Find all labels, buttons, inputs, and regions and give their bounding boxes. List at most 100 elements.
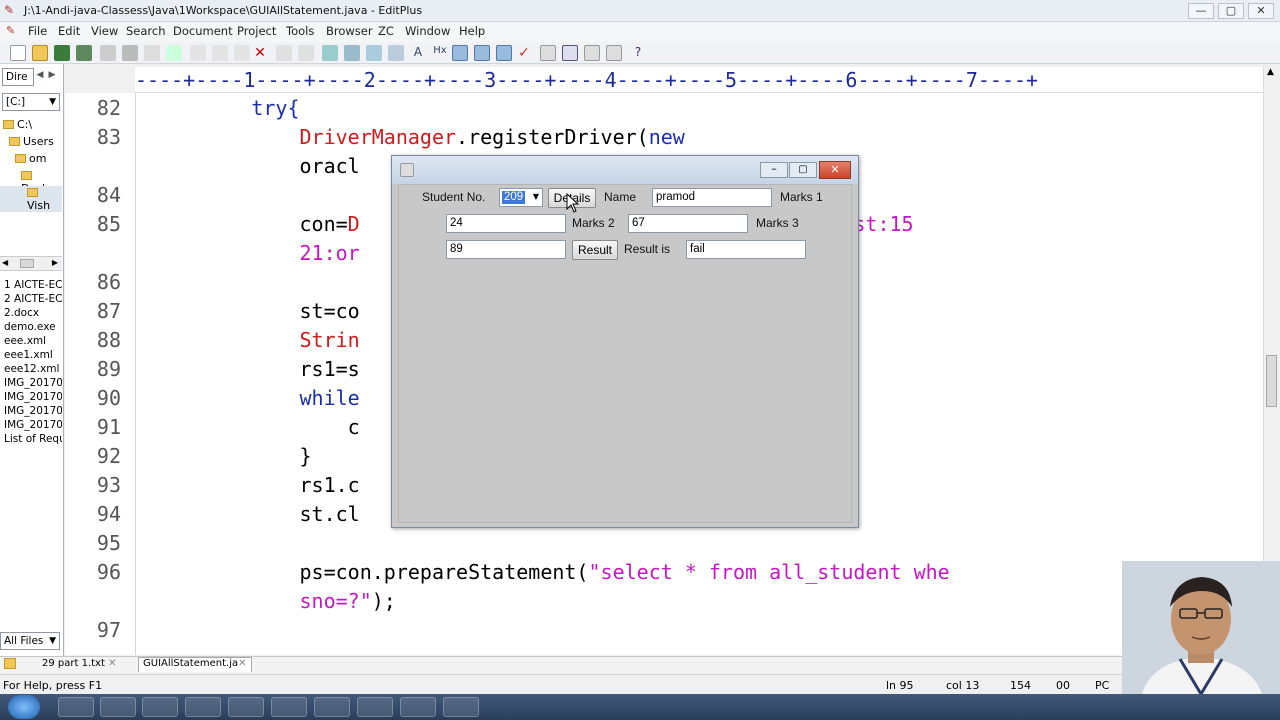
menu-project[interactable]: Project [237, 24, 276, 38]
tree-horizontal-scrollbar[interactable]: ◀ ▶ [0, 256, 62, 271]
list-item[interactable]: 2 AICTE-EC [4, 292, 62, 306]
code-line[interactable]: ps=con.prepareStatement("select * from a… [155, 560, 949, 584]
java-taskbar-icon[interactable] [443, 697, 479, 717]
explorer-taskbar-icon[interactable] [100, 697, 136, 717]
find-in-files-icon[interactable] [366, 45, 382, 61]
list-item[interactable]: 2.docx [4, 306, 39, 320]
minimize-button[interactable]: — [1188, 3, 1214, 19]
print-icon[interactable] [122, 45, 138, 61]
marks2-field[interactable]: 67 [628, 214, 748, 233]
list-item[interactable]: 1 AICTE-EC [4, 278, 62, 292]
chrome-taskbar-icon[interactable] [228, 697, 264, 717]
close-tab-icon[interactable]: ✕ [238, 658, 246, 669]
java-close-button[interactable]: ✕ [819, 161, 851, 179]
code-line[interactable]: st=co [155, 299, 359, 323]
new-file-icon[interactable] [10, 45, 26, 61]
spell-check-icon[interactable] [144, 45, 160, 61]
tree-item-vish[interactable]: Vish [0, 186, 62, 212]
hex-view-icon[interactable]: Hx [432, 45, 448, 61]
ie-taskbar-icon[interactable] [58, 697, 94, 717]
code-line[interactable]: rs1=s [155, 357, 359, 381]
tab-scroll-left-icon[interactable]: ◀ [34, 70, 46, 84]
file-filter-select[interactable]: All Files ▼ [0, 632, 60, 650]
code-line[interactable]: oracl [155, 154, 359, 178]
list-item[interactable]: demo.exe [4, 320, 56, 334]
close-tab-icon[interactable]: ✕ [108, 658, 116, 669]
scroll-right-icon[interactable]: ▶ [52, 258, 58, 267]
help-icon[interactable]: ? [630, 45, 646, 61]
find-icon[interactable] [322, 45, 338, 61]
firefox-taskbar-icon[interactable] [185, 697, 221, 717]
goto-icon[interactable] [388, 45, 404, 61]
cliptext-window-icon[interactable] [562, 45, 578, 61]
tab-29-part-1[interactable]: 29 part 1.txt ✕ [42, 658, 116, 669]
list-item[interactable]: eee12.xml [4, 362, 59, 376]
start-button-icon[interactable] [8, 695, 40, 719]
redo-icon[interactable] [298, 45, 314, 61]
menu-window[interactable]: Window [405, 24, 450, 38]
student-no-combobox[interactable]: 209 ▼ [499, 188, 543, 207]
output-window-icon[interactable] [584, 45, 600, 61]
code-line[interactable]: DriverManager.registerDriver(new [155, 125, 685, 149]
delete-icon[interactable]: ✕ [252, 45, 268, 61]
menu-help[interactable]: Help [459, 24, 485, 38]
code-line[interactable]: } [155, 444, 311, 468]
print-preview-icon[interactable] [100, 45, 116, 61]
code-line[interactable]: 21:or [155, 241, 360, 265]
menu-tools[interactable]: Tools [286, 24, 314, 38]
code-line[interactable]: sno=?"); [155, 589, 396, 613]
code-line[interactable]: while [155, 386, 360, 410]
list-item[interactable]: IMG_201708 [4, 376, 62, 390]
save-all-icon[interactable] [76, 45, 92, 61]
paste-icon[interactable] [234, 45, 250, 61]
scroll-up-icon[interactable]: ▲ [1267, 67, 1274, 77]
menu-edit[interactable]: Edit [58, 24, 80, 38]
tree-item-users[interactable]: Users [9, 135, 54, 148]
menu-search[interactable]: Search [126, 24, 166, 38]
camtasia-taskbar-icon[interactable] [357, 697, 393, 717]
tab-scroll-right-icon[interactable]: ▶ [46, 70, 58, 84]
list-item[interactable]: eee1.xml [4, 348, 53, 362]
scroll-left-icon[interactable]: ◀ [2, 258, 8, 267]
save-icon[interactable] [54, 45, 70, 61]
code-line[interactable]: try{ [155, 96, 299, 120]
line-number-icon[interactable] [474, 45, 490, 61]
scroll-thumb[interactable] [20, 259, 34, 268]
code-line[interactable]: st.cl [155, 502, 359, 526]
list-item[interactable]: eee.xml [4, 334, 46, 348]
java-minimize-button[interactable]: – [760, 162, 788, 178]
cut-icon[interactable] [190, 45, 206, 61]
list-item[interactable]: IMG_201708 [4, 418, 62, 432]
tab-gui-all-statement[interactable]: GUIAllStatement.ja✕ [138, 657, 252, 672]
name-field[interactable]: pramod [652, 188, 772, 207]
result-button[interactable]: Result [572, 240, 618, 260]
editplus-taskbar-icon[interactable] [314, 697, 350, 717]
code-line[interactable]: rs1.c [155, 473, 359, 497]
list-item[interactable]: IMG_201708 [4, 390, 62, 404]
code-line[interactable]: c [155, 415, 360, 439]
app-taskbar-icon[interactable] [271, 697, 307, 717]
result-field[interactable]: fail [686, 240, 806, 259]
tree-item-c[interactable]: C:\ [3, 118, 32, 131]
cmd-taskbar-icon[interactable] [400, 697, 436, 717]
maximize-button[interactable]: ▢ [1218, 3, 1244, 19]
media-player-taskbar-icon[interactable] [142, 697, 178, 717]
drive-select[interactable]: [C:] ▼ [2, 93, 60, 111]
menu-browser[interactable]: Browser [326, 24, 373, 38]
tree-item-om[interactable]: om [15, 152, 46, 165]
undo-icon[interactable] [276, 45, 292, 61]
menu-document[interactable]: Document [173, 24, 233, 38]
list-item[interactable]: IMG_201708 [4, 404, 62, 418]
ruler-icon[interactable] [496, 45, 512, 61]
scroll-thumb[interactable] [1266, 355, 1277, 407]
tile-window-icon[interactable] [606, 45, 622, 61]
browser-icon[interactable] [166, 45, 182, 61]
menu-file[interactable]: File [28, 24, 47, 38]
marks3-field[interactable]: 89 [446, 240, 566, 259]
copy-icon[interactable] [212, 45, 228, 61]
word-wrap-icon[interactable] [452, 45, 468, 61]
close-button[interactable]: ✕ [1248, 3, 1274, 19]
check-icon[interactable]: ✓ [516, 45, 532, 61]
menu-zc[interactable]: ZC [378, 24, 394, 38]
menu-view[interactable]: View [91, 24, 118, 38]
